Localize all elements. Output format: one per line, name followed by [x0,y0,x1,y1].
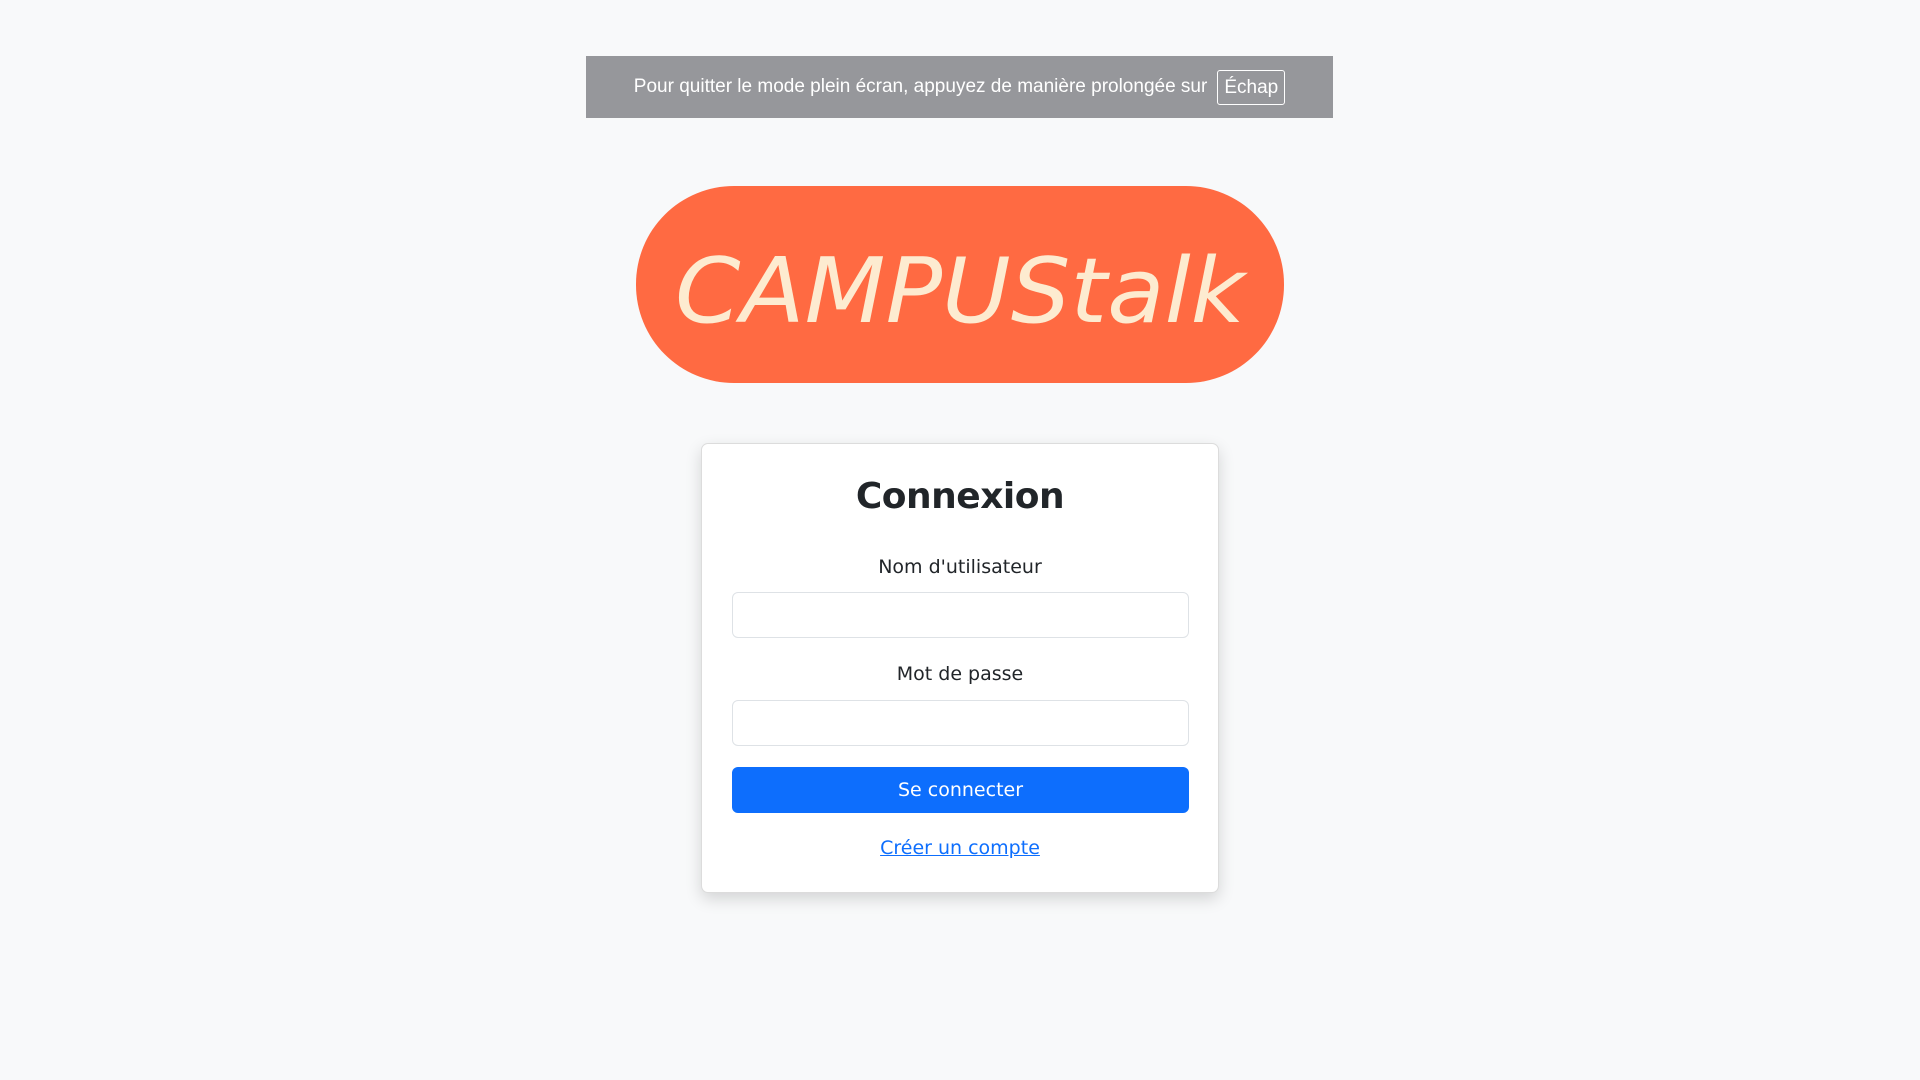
create-account-link[interactable]: Créer un compte [880,837,1040,859]
login-button[interactable]: Se connecter [732,767,1189,813]
escape-key-hint: Échap [1217,69,1286,105]
login-title: Connexion [855,476,1065,517]
login-card: Connexion Nom d'utilisateur Mot de passe… [701,443,1219,893]
create-account-container: Créer un compte [702,837,1218,859]
campustalk-logo: CAMPUStalk [636,186,1284,383]
password-label: Mot de passe [896,663,1024,685]
username-label: Nom d'utilisateur [878,556,1042,578]
password-input[interactable] [732,700,1189,746]
fullscreen-exit-notice: Pour quitter le mode plein écran, appuye… [586,56,1333,118]
fullscreen-notice-text: Pour quitter le mode plein écran, appuye… [633,76,1208,97]
username-input[interactable] [732,592,1189,638]
login-page: Pour quitter le mode plein écran, appuye… [0,0,1920,1080]
logo-text: CAMPUStalk [675,239,1249,344]
